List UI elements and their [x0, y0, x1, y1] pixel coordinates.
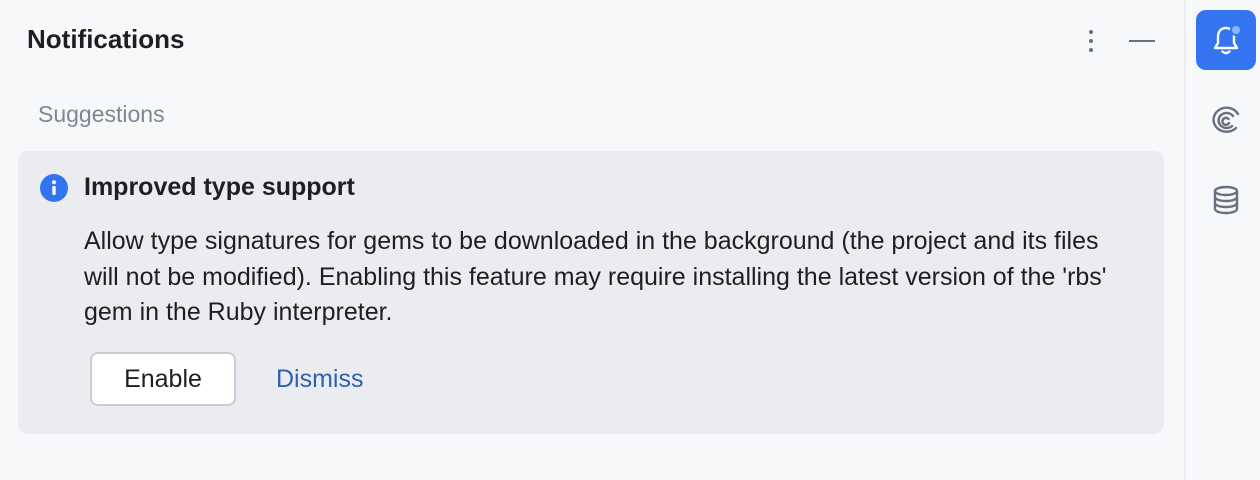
sidebar-item-database[interactable]: [1196, 170, 1256, 230]
bell-icon: [1213, 24, 1242, 55]
panel-title: Notifications: [27, 24, 185, 54]
notification-title: Improved type support: [84, 173, 355, 201]
minimize-button[interactable]: [1125, 24, 1159, 58]
tool-window-sidebar: [1186, 0, 1260, 480]
section-title: Suggestions: [38, 101, 165, 127]
more-vertical-icon: [1089, 30, 1093, 34]
notification-body: Allow type signatures for gems to be dow…: [84, 227, 1107, 326]
database-icon: [1213, 185, 1239, 215]
sidebar-item-notifications[interactable]: [1196, 10, 1256, 70]
minimize-icon: [1129, 40, 1155, 42]
dismiss-link[interactable]: Dismiss: [276, 352, 364, 406]
sidebar-item-swirl[interactable]: [1196, 90, 1256, 150]
info-icon: [40, 174, 68, 202]
more-vertical-icon-dot: [1089, 48, 1093, 52]
notification-card: Improved type support Allow type signatu…: [18, 151, 1164, 434]
enable-button[interactable]: Enable: [90, 352, 236, 406]
more-vertical-icon-dot: [1089, 39, 1093, 43]
notifications-panel: Notifications Suggestions Improved type …: [0, 0, 1184, 480]
more-options-button[interactable]: [1076, 24, 1106, 58]
swirl-icon: [1212, 106, 1240, 133]
notification-badge-icon: [1230, 24, 1242, 36]
